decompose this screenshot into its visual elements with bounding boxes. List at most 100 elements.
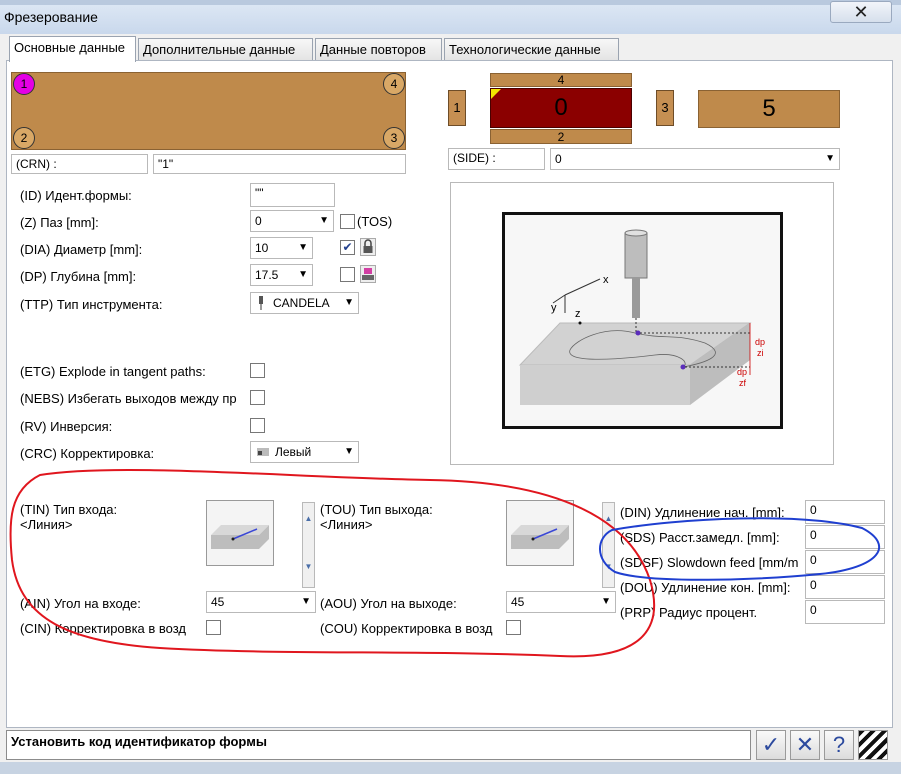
side-1-button[interactable]: 1 bbox=[448, 90, 466, 126]
tab-repeat-data[interactable]: Данные повторов bbox=[315, 38, 442, 61]
help-button[interactable]: ? bbox=[824, 730, 854, 760]
dp-select[interactable]: 17.5 ▼ bbox=[250, 264, 313, 286]
diagram-x-label: x bbox=[603, 274, 609, 286]
ain-select[interactable]: 45 ▼ bbox=[206, 591, 316, 613]
crn-field[interactable]: "1" bbox=[153, 154, 406, 174]
cou-label: (COU) Корректировка в возд bbox=[320, 621, 493, 636]
nebs-checkbox[interactable] bbox=[250, 390, 265, 405]
tab-technology-data[interactable]: Технологические данные bbox=[444, 38, 619, 61]
exit-type-thumbnail[interactable] bbox=[506, 500, 574, 566]
chevron-down-icon: ▼ bbox=[825, 153, 835, 164]
ok-button[interactable]: ✓ bbox=[756, 730, 786, 760]
taskbar-strip bbox=[0, 762, 901, 774]
dp-checkbox[interactable] bbox=[340, 267, 355, 282]
tou-value: <Линия> bbox=[320, 517, 373, 532]
selected-side-marker bbox=[491, 89, 501, 99]
side-center-display[interactable]: 0 bbox=[490, 88, 632, 128]
rv-checkbox[interactable] bbox=[250, 418, 265, 433]
chevron-down-icon: ▼ bbox=[319, 215, 329, 226]
diagram-zf-label: zf bbox=[739, 378, 747, 388]
sds-field[interactable]: 0 bbox=[805, 525, 885, 549]
arrow-down-icon[interactable]: ▼ bbox=[303, 557, 314, 577]
chevron-down-icon: ▼ bbox=[344, 297, 354, 308]
crc-select-value: Левый bbox=[275, 445, 312, 459]
chevron-down-icon: ▼ bbox=[301, 596, 311, 607]
cancel-button[interactable]: ✕ bbox=[790, 730, 820, 760]
corner-2-button[interactable]: 2 bbox=[13, 127, 35, 149]
entry-type-scrollbar[interactable]: ▲ ▼ bbox=[302, 502, 315, 588]
dou-label: (DOU) Удлинение кон. [mm]: bbox=[620, 580, 791, 595]
corner-1-button[interactable]: 1 bbox=[13, 73, 35, 95]
etg-checkbox[interactable] bbox=[250, 363, 265, 378]
dia-select-value: 10 bbox=[255, 241, 269, 255]
aou-select[interactable]: 45 ▼ bbox=[506, 591, 616, 613]
prp-field[interactable]: 0 bbox=[805, 600, 885, 624]
id-field[interactable]: "" bbox=[250, 183, 335, 207]
crc-label: (CRC) Корректировка: bbox=[20, 446, 155, 461]
entry-type-thumbnail[interactable] bbox=[206, 500, 274, 566]
id-label: (ID) Идент.формы: bbox=[20, 188, 132, 203]
cou-checkbox[interactable] bbox=[506, 620, 521, 635]
title-bar bbox=[0, 0, 901, 34]
title-bar-strip bbox=[0, 0, 901, 5]
chevron-down-icon: ▼ bbox=[298, 242, 308, 253]
dia-label: (DIA) Диаметр [mm]: bbox=[20, 242, 143, 257]
tab-main-data[interactable]: Основные данные bbox=[9, 36, 136, 62]
side-2-button[interactable]: 2 bbox=[490, 129, 632, 144]
diagram-z-label: z bbox=[575, 308, 581, 320]
compensation-icon bbox=[256, 446, 270, 458]
tab-additional-data[interactable]: Дополнительные данные bbox=[138, 38, 313, 61]
side-3-button[interactable]: 3 bbox=[656, 90, 674, 126]
side-label: (SIDE) : bbox=[448, 148, 545, 170]
window-title: Фрезерование bbox=[4, 9, 98, 25]
tos-label: (TOS) bbox=[357, 214, 393, 229]
corner-3-button[interactable]: 3 bbox=[383, 127, 405, 149]
diagram-zi-label: zi bbox=[757, 348, 764, 358]
diagram-dp2-label: dp bbox=[737, 367, 747, 377]
aou-label: (AOU) Угол на выходе: bbox=[320, 596, 457, 611]
z-select[interactable]: 0 ▼ bbox=[250, 210, 334, 232]
nebs-label: (NEBS) Избегать выходов между пр bbox=[20, 391, 237, 406]
side-4-button[interactable]: 4 bbox=[490, 73, 632, 87]
dp-select-value: 17.5 bbox=[255, 268, 279, 282]
prp-label: (PRP) Радиус процент. bbox=[620, 605, 758, 620]
exit-type-scrollbar[interactable]: ▲ ▼ bbox=[602, 502, 615, 588]
cin-label: (CIN) Корректировка в возд bbox=[20, 621, 187, 636]
din-label: (DIN) Удлинение нач. [mm]: bbox=[620, 505, 785, 520]
side-select-value: 0 bbox=[555, 152, 562, 166]
chevron-down-icon: ▼ bbox=[344, 446, 354, 457]
dou-field[interactable]: 0 bbox=[805, 575, 885, 599]
chevron-down-icon: ▼ bbox=[601, 596, 611, 607]
arrow-up-icon[interactable]: ▲ bbox=[603, 509, 614, 529]
tos-checkbox[interactable] bbox=[340, 214, 355, 229]
side-select[interactable]: 0 ▼ bbox=[550, 148, 840, 170]
tin-value: <Линия> bbox=[20, 517, 73, 532]
cin-checkbox[interactable] bbox=[206, 620, 221, 635]
ttp-select[interactable]: CANDELA ▼ bbox=[250, 292, 359, 314]
depth-tool-icon[interactable] bbox=[360, 265, 376, 283]
din-field[interactable]: 0 bbox=[805, 500, 885, 524]
chevron-down-icon: ▼ bbox=[298, 269, 308, 280]
sdsf-field[interactable]: 0 bbox=[805, 550, 885, 574]
sds-label: (SDS) Расст.замедл. [mm]: bbox=[620, 530, 780, 545]
dia-select[interactable]: 10 ▼ bbox=[250, 237, 313, 259]
ttp-select-value: CANDELA bbox=[273, 296, 330, 310]
workpiece-preview bbox=[11, 72, 406, 150]
z-label: (Z) Паз [mm]: bbox=[20, 215, 99, 230]
corner-4-button[interactable]: 4 bbox=[383, 73, 405, 95]
side-value-display[interactable]: 5 bbox=[698, 90, 840, 128]
ain-select-value: 45 bbox=[211, 595, 225, 609]
arrow-up-icon[interactable]: ▲ bbox=[303, 509, 314, 529]
z-select-value: 0 bbox=[255, 214, 262, 228]
hatch-icon[interactable] bbox=[858, 730, 888, 760]
arrow-down-icon[interactable]: ▼ bbox=[603, 557, 614, 577]
dp-label: (DP) Глубина [mm]: bbox=[20, 269, 137, 284]
dia-checkbox[interactable]: ✔ bbox=[340, 240, 355, 255]
tool-icon bbox=[256, 296, 266, 310]
sdsf-label: (SDSF) Slowdown feed [mm/m bbox=[620, 555, 799, 570]
aou-select-value: 45 bbox=[511, 595, 525, 609]
lock-icon[interactable] bbox=[360, 238, 376, 256]
close-button[interactable]: ✕ bbox=[830, 1, 892, 23]
crc-select[interactable]: Левый ▼ bbox=[250, 441, 359, 463]
diagram-y-label: y bbox=[551, 302, 557, 314]
